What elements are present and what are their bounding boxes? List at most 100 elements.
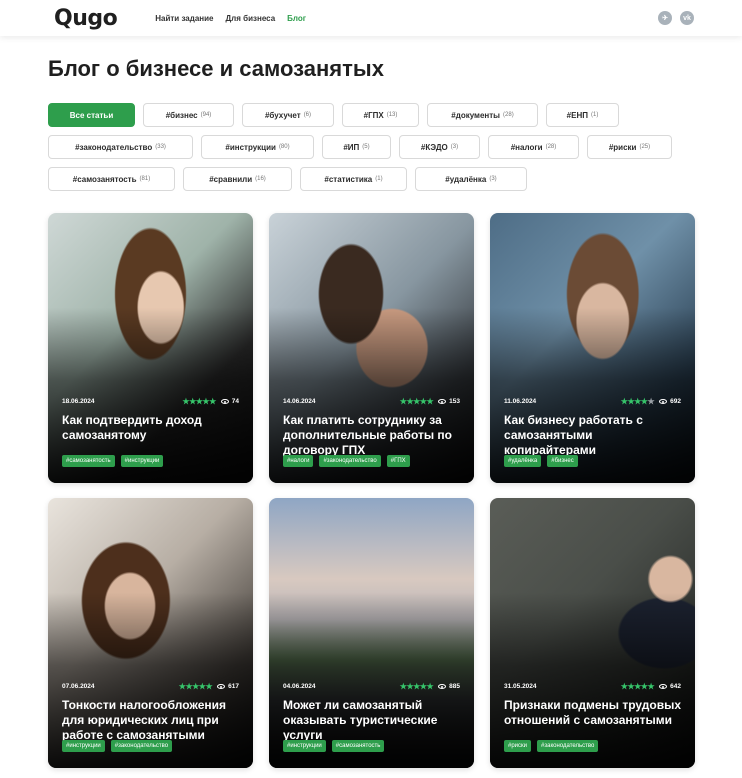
- tag-label: #самозанятость: [72, 174, 137, 184]
- article-card[interactable]: 04.06.2024 ★★★★★ 885 Может ли самозанятый о…: [269, 498, 474, 768]
- tag-all-articles[interactable]: Все статьи: [48, 103, 135, 127]
- rating-stars: ★★★★★: [399, 682, 434, 691]
- site-header: Qugo Найти задание Для бизнеса Блог ✈ vk: [0, 0, 742, 36]
- tag-label: #ИП: [343, 142, 360, 152]
- article-tags: #риски #законодательство: [504, 740, 599, 752]
- article-tag[interactable]: #бизнес: [547, 455, 578, 467]
- tag-filter-item[interactable]: #инструкции (80): [201, 135, 314, 159]
- article-tag[interactable]: #законодательство: [537, 740, 599, 752]
- tag-label: #бизнес: [165, 110, 198, 120]
- tag-filter-item[interactable]: #ИП (5): [322, 135, 391, 159]
- eye-icon: [438, 399, 447, 404]
- nav-for-business[interactable]: Для бизнеса: [225, 14, 275, 23]
- tag-count: (5): [362, 144, 370, 150]
- eye-icon: [659, 399, 668, 404]
- article-tag[interactable]: #ГПХ: [386, 455, 410, 467]
- article-tag[interactable]: #риски: [504, 740, 532, 752]
- views-count: 617: [228, 683, 239, 690]
- tag-row: #законодательство (33) #инструкции (80) #ИП(…: [48, 135, 698, 159]
- article-tag[interactable]: #налоги: [283, 455, 314, 467]
- article-tag[interactable]: #удалёнка: [504, 455, 542, 467]
- tag-filter-item[interactable]: #законодательство (33): [48, 135, 193, 159]
- eye-icon: [438, 684, 447, 689]
- article-title[interactable]: Признаки подмены трудовых отношений с са…: [504, 698, 683, 728]
- article-tag[interactable]: #инструкции: [62, 740, 105, 752]
- rating-stars: ★★★★★: [182, 397, 216, 406]
- views-count: 885: [449, 683, 460, 690]
- tag-count: (3): [450, 144, 459, 150]
- tag-filter-item[interactable]: #КЭДО (3): [399, 135, 480, 159]
- vk-icon[interactable]: vk: [680, 11, 694, 25]
- tag-label: #КЭДО: [420, 142, 448, 152]
- article-card[interactable]: 14.06.2024 ★★★★★ 153 Как платить сотруднику…: [269, 213, 474, 483]
- article-views: 642: [659, 683, 681, 690]
- article-card[interactable]: 18.06.2024 ★★★★★ 74 Как подтвердить доход с…: [48, 213, 253, 483]
- article-title[interactable]: Как бизнесу работать с самозанятыми копи…: [504, 413, 683, 458]
- tag-count: (94): [200, 112, 212, 118]
- article-meta: 31.05.2024 ★★★★★ 642: [504, 682, 681, 691]
- article-views: 74: [220, 398, 239, 405]
- article-meta: 11.06.2024 ★★★★★ 692: [504, 397, 681, 406]
- tag-filter-item[interactable]: #самозанятость (81): [48, 167, 175, 191]
- tag-filter-item[interactable]: #документы (28): [427, 103, 538, 127]
- tag-count: (81): [139, 176, 151, 182]
- tag-filter-item[interactable]: #бухучет (6): [242, 103, 334, 127]
- tag-label: #законодательство: [75, 142, 153, 152]
- article-tag[interactable]: #законодательство: [319, 455, 381, 467]
- tag-label: #статистика: [324, 174, 373, 184]
- tag-filter: Все статьи #бизнес (94) #бухучет (6) #ГПХ (13)…: [48, 103, 698, 199]
- tag-filter-item[interactable]: #бизнес (94): [143, 103, 234, 127]
- tag-row: #самозанятость (81) #сравнили (16) #статисти…: [48, 167, 698, 191]
- tag-filter-item[interactable]: #ГПХ (13): [342, 103, 419, 127]
- article-title[interactable]: Как подтвердить доход самозанятому: [62, 413, 241, 443]
- tag-count: (80): [278, 144, 290, 150]
- views-count: 74: [231, 398, 239, 405]
- views-count: 692: [670, 398, 681, 405]
- article-date: 04.06.2024: [283, 683, 316, 690]
- article-title[interactable]: Как платить сотруднику за дополнительные…: [283, 413, 462, 458]
- rating-stars: ★★★★★: [620, 682, 655, 691]
- tag-count: (6): [303, 112, 312, 118]
- tag-label: #налоги: [510, 142, 543, 152]
- article-title[interactable]: Тонкости налогообложения для юридических…: [62, 698, 241, 743]
- article-tags: #инструкции #самозанятость: [283, 740, 385, 752]
- article-tags: #налоги #законодательство #ГПХ: [283, 455, 410, 467]
- telegram-icon[interactable]: ✈: [658, 11, 672, 25]
- article-tags: #инструкции #законодательство: [62, 740, 173, 752]
- article-meta: 04.06.2024 ★★★★★ 885: [283, 682, 460, 691]
- article-meta: 14.06.2024 ★★★★★ 153: [283, 397, 460, 406]
- tag-label: #ГПХ: [363, 110, 384, 120]
- tag-filter-item[interactable]: #сравнили (16): [183, 167, 292, 191]
- article-tag[interactable]: #инструкции: [283, 740, 326, 752]
- article-card[interactable]: 07.06.2024 ★★★★★ 617 Тонкости налогообложен…: [48, 498, 253, 768]
- tag-row: Все статьи #бизнес (94) #бухучет (6) #ГПХ (13)…: [48, 103, 698, 127]
- eye-icon: [217, 684, 226, 689]
- article-tag[interactable]: #законодательство: [110, 740, 173, 752]
- article-card[interactable]: 11.06.2024 ★★★★★ 692 Как бизнесу работать с…: [490, 213, 695, 483]
- tag-filter-item[interactable]: #удалёнка (3): [415, 167, 527, 191]
- article-tags: #удалёнка #бизнес: [504, 455, 578, 467]
- main-nav: Найти задание Для бизнеса Блог: [155, 14, 306, 23]
- tag-filter-item[interactable]: #ЕНП (1): [546, 103, 619, 127]
- tag-label: #инструкции: [225, 142, 276, 152]
- tag-filter-item[interactable]: #риски (25): [587, 135, 672, 159]
- nav-blog[interactable]: Блог: [287, 14, 306, 23]
- tag-filter-item[interactable]: #налоги (28): [488, 135, 579, 159]
- article-views: 692: [659, 398, 681, 405]
- article-tag[interactable]: #инструкции: [120, 455, 164, 467]
- tag-filter-item[interactable]: #статистика (1): [300, 167, 407, 191]
- social-links: ✈ vk: [658, 11, 694, 25]
- article-date: 07.06.2024: [62, 683, 95, 690]
- article-tag[interactable]: #самозанятость: [331, 740, 385, 752]
- tag-label: #ЕНП: [566, 110, 588, 120]
- article-views: 153: [438, 398, 460, 405]
- rating-stars: ★★★★★: [399, 397, 434, 406]
- tag-count: (25): [639, 144, 651, 150]
- logo[interactable]: Qugo: [54, 6, 118, 31]
- nav-find-task[interactable]: Найти задание: [155, 14, 213, 23]
- eye-icon: [659, 684, 668, 689]
- article-tag[interactable]: #самозанятость: [62, 455, 115, 467]
- article-card[interactable]: 31.05.2024 ★★★★★ 642 Признаки подмены трудо…: [490, 498, 695, 768]
- article-title[interactable]: Может ли самозанятый оказывать туристиче…: [283, 698, 462, 743]
- tag-count: (1): [590, 112, 599, 118]
